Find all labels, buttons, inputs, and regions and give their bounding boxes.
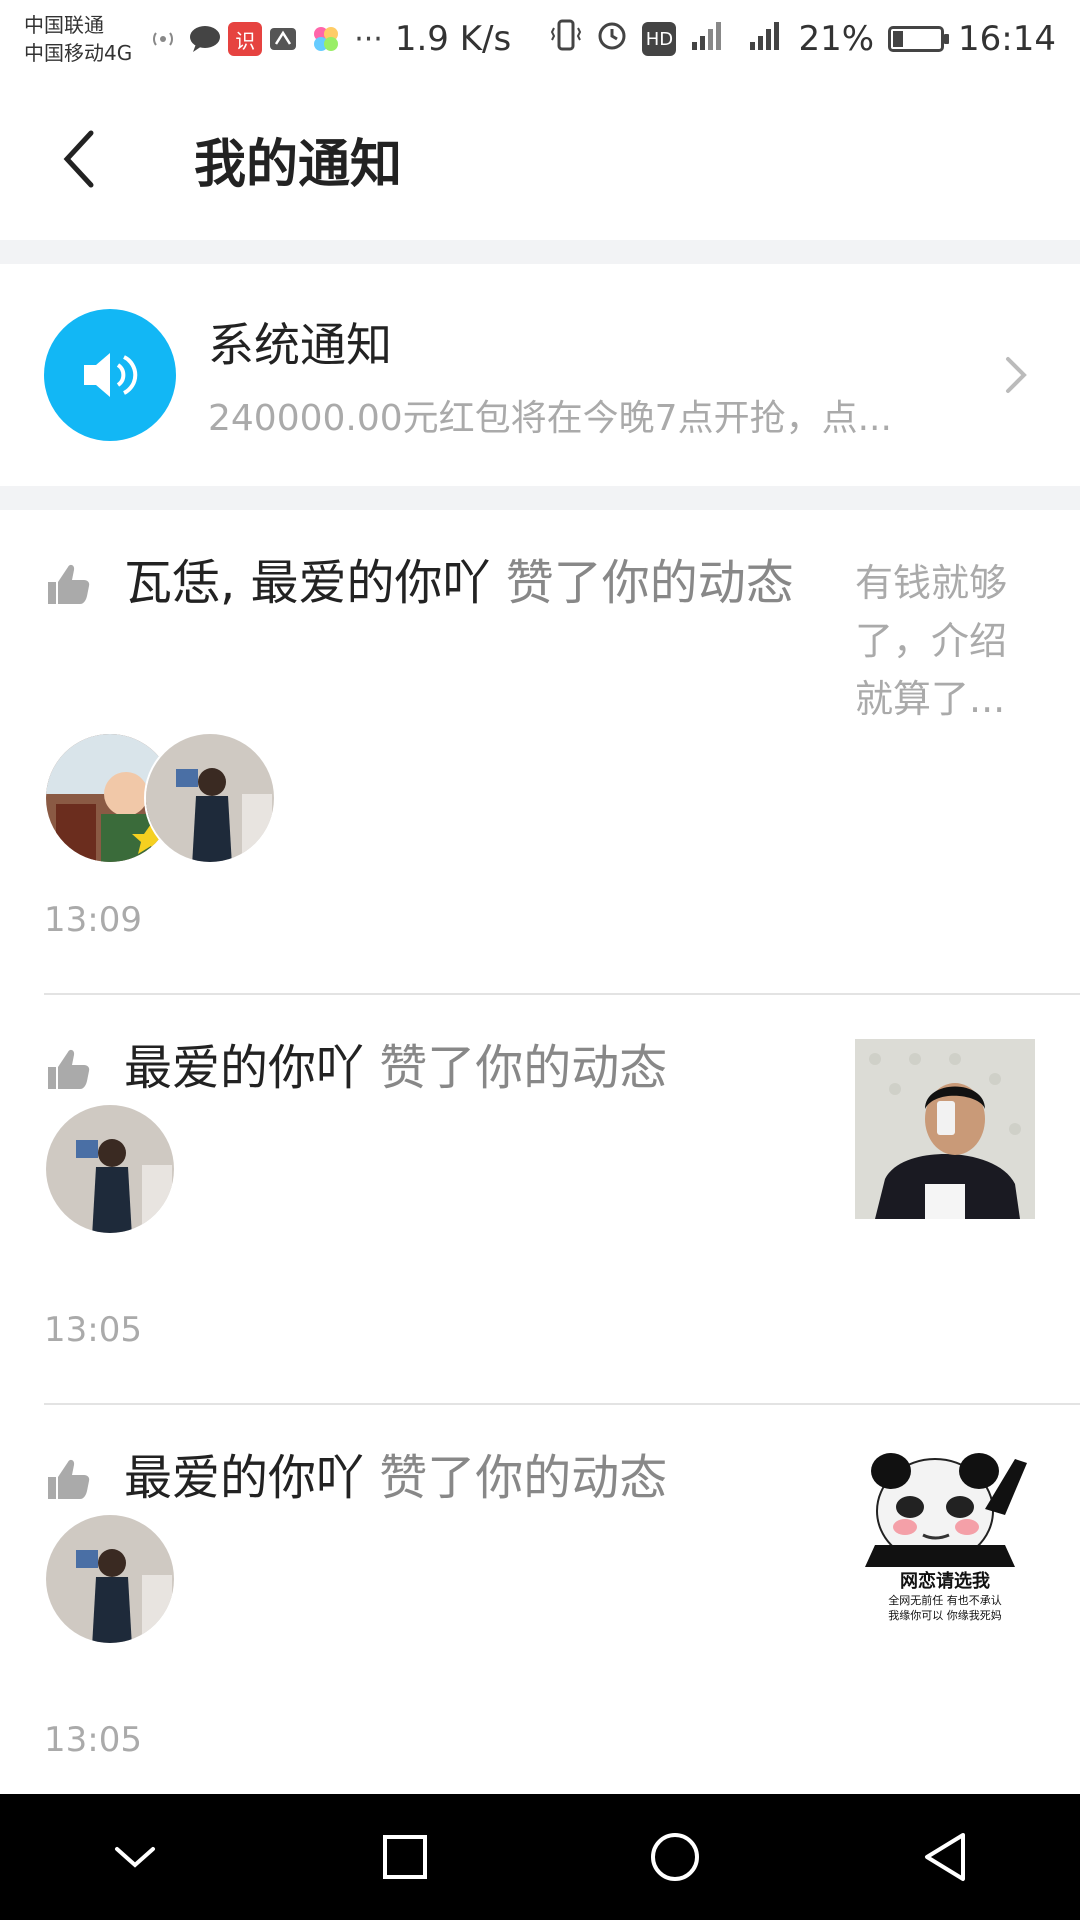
notification-item[interactable]: 最爱的你吖 赞了你的动态 网恋请选我 全网无前任 有也不承认 我缘你可以 你缘我… xyxy=(0,1405,1080,1805)
avatar-group xyxy=(44,1513,176,1645)
notification-time: 13:09 xyxy=(44,900,142,940)
battery-fill xyxy=(893,31,904,47)
hd-label: HD xyxy=(645,28,674,50)
section-gap xyxy=(0,240,1080,264)
carrier-info: 中国联通 中国移动4G xyxy=(24,11,132,67)
notification-action: 赞了你的动态 xyxy=(379,1040,668,1096)
back-button[interactable] xyxy=(44,124,114,194)
notification-text: 最爱的你吖 赞了你的动态 xyxy=(124,1031,794,1105)
hotspot-icon xyxy=(150,26,176,52)
network-speed: 1.9 K/s xyxy=(394,19,512,59)
notification-actors: 最爱的你吖 xyxy=(124,1040,365,1096)
system-notice-title: 系统通知 xyxy=(208,318,392,372)
notification-list: 瓦恁, 最爱的你吖 赞了你的动态 有钱就够了，介绍就算了... 13:09 最爱… xyxy=(0,510,1080,1805)
vibrate-icon xyxy=(550,18,582,61)
notification-actors: 瓦恁, 最爱的你吖 xyxy=(124,555,491,611)
section-gap xyxy=(0,486,1080,510)
system-notice-row[interactable]: 系统通知 240000.00元红包将在今晚7点开抢，点... xyxy=(0,264,1080,486)
home-icon[interactable] xyxy=(635,1817,715,1897)
more-icon: ··· xyxy=(354,21,383,57)
chevron-left-icon xyxy=(63,130,94,188)
post-preview-text[interactable]: 有钱就够了，介绍就算了... xyxy=(855,554,1035,728)
signal-4g-icon xyxy=(740,18,784,61)
battery-percent: 21% xyxy=(798,19,875,59)
notification-text: 瓦恁, 最爱的你吖 赞了你的动态 xyxy=(124,546,794,620)
notification-item[interactable]: 瓦恁, 最爱的你吖 赞了你的动态 有钱就够了，介绍就算了... 13:09 xyxy=(0,510,1080,995)
recent-apps-icon[interactable] xyxy=(365,1817,445,1897)
meme-caption: 网恋请选我 xyxy=(900,1571,990,1592)
meme-line-2: 我缘你可以 你缘我死妈 xyxy=(888,1609,1002,1622)
alarm-icon xyxy=(596,18,628,61)
meme-line-1: 全网无前任 有也不承认 xyxy=(888,1594,1002,1607)
battery-icon xyxy=(888,26,950,52)
huawei-icon xyxy=(268,24,298,54)
app-shi-label: 识 xyxy=(235,28,256,53)
notification-item[interactable]: 最爱的你吖 赞了你的动态 13:05 xyxy=(0,995,1080,1405)
system-nav-bar xyxy=(0,1794,1080,1920)
app-bar: 我的通知 xyxy=(0,78,1080,240)
system-notice-subtitle: 240000.00元红包将在今晚7点开抢，点... xyxy=(208,398,892,439)
avatar[interactable] xyxy=(44,1103,176,1235)
notification-action: 赞了你的动态 xyxy=(505,555,794,611)
thumbs-up-icon xyxy=(44,560,92,608)
collapse-icon[interactable] xyxy=(95,1817,175,1897)
post-preview-image[interactable]: 网恋请选我 全网无前任 有也不承认 我缘你可以 你缘我死妈 xyxy=(855,1449,1035,1629)
avatar-group xyxy=(44,732,276,864)
carrier-1: 中国联通 xyxy=(24,13,104,37)
avatar[interactable] xyxy=(44,1513,176,1645)
thumbs-up-icon xyxy=(44,1045,92,1093)
thumbs-up-icon xyxy=(44,1455,92,1503)
chevron-right-icon xyxy=(996,355,1036,395)
notification-text: 最爱的你吖 赞了你的动态 xyxy=(124,1441,794,1515)
post-preview-image[interactable] xyxy=(855,1039,1035,1219)
status-bar: 中国联通 中国移动4G 识 ··· 1.9 K/s HD 21% 16:14 xyxy=(0,0,1080,78)
page-title: 我的通知 xyxy=(194,134,403,195)
avatar[interactable] xyxy=(144,732,276,864)
gallery-icon xyxy=(310,23,342,55)
speaker-icon xyxy=(44,309,176,441)
panda-meme-icon xyxy=(855,1449,1035,1567)
signal-icon xyxy=(690,18,726,61)
notification-time: 13:05 xyxy=(44,1720,142,1760)
notification-time: 13:05 xyxy=(44,1310,142,1350)
clock: 16:14 xyxy=(958,19,1056,59)
app-shi-icon: 识 xyxy=(228,22,263,56)
hd-icon: HD xyxy=(642,22,677,56)
carrier-2: 中国移动4G xyxy=(24,41,133,65)
chat-bubble-icon xyxy=(188,24,222,54)
notification-action: 赞了你的动态 xyxy=(379,1450,668,1506)
back-icon[interactable] xyxy=(905,1817,985,1897)
notification-actors: 最爱的你吖 xyxy=(124,1450,365,1506)
avatar-group xyxy=(44,1103,176,1235)
